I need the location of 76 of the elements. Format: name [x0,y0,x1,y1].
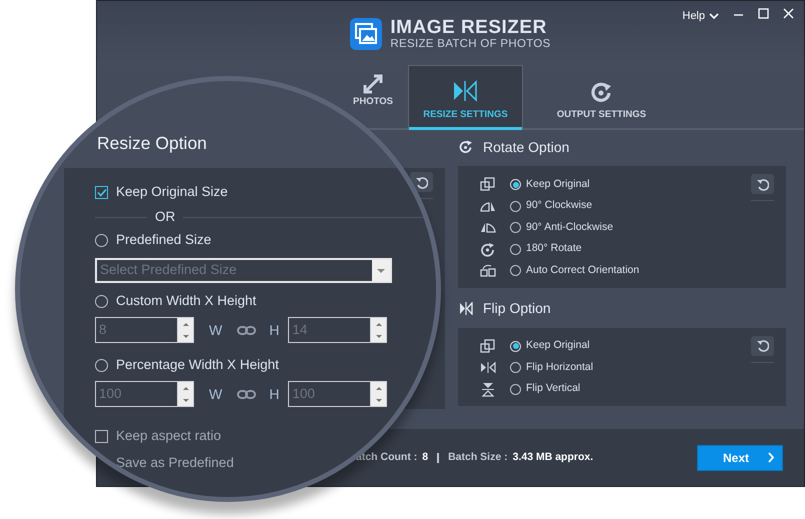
height-label: H [269,320,280,340]
reset-icon [756,339,769,352]
checkbox-label[interactable]: Keep aspect ratio [116,426,222,447]
option-label[interactable]: Custom Width X Height [116,290,256,312]
stacked-frames-icon [480,177,496,192]
radio-button[interactable] [510,340,521,352]
radio-button[interactable] [510,244,521,255]
tab[interactable]: RESIZE SETTINGS [408,65,523,130]
option-label[interactable]: Flip Horizontal [526,360,594,376]
flip-vertical-icon [480,382,496,397]
height-label: H [269,384,280,404]
section-title: Flip Option [483,299,551,318]
radio-button[interactable] [510,362,521,374]
flip-icon [453,80,478,102]
circular-arrow-icon [480,242,496,257]
rotate-icon [590,80,612,102]
divider-label: OR [155,208,176,226]
batch-size-value: 3.43 MB approx. [512,450,594,465]
reset-icon [415,176,428,188]
chevron-right-icon [767,452,775,463]
radio-button[interactable] [95,294,108,308]
chain-link-icon [237,390,256,398]
section-title: Resize Option [97,133,207,153]
help-menu[interactable]: Help [682,8,719,24]
auto-orient-icon [480,263,496,278]
app-subtitle: RESIZE BATCH OF PHOTOS [390,38,551,50]
close-icon[interactable] [783,8,794,19]
width-label: W [209,320,222,340]
caret-icon [377,268,385,272]
radio-button[interactable] [510,179,521,190]
option-label[interactable]: Keep Original [526,338,590,354]
radio-button[interactable] [95,358,108,372]
option-label[interactable]: Keep Original [526,176,590,193]
next-button[interactable]: Next [697,444,783,470]
tab[interactable]: OUTPUT SETTINGS [544,65,659,130]
app-logo-icon [350,18,382,50]
rotate-icon [459,140,473,154]
reset-button[interactable] [751,174,774,194]
option-label[interactable]: 90° Anti-Clockwise [526,220,614,236]
radio-button[interactable] [510,384,521,395]
option-label[interactable]: Auto Correct Orientation [526,262,640,279]
checkbox[interactable] [95,430,108,443]
option-label[interactable]: Percentage Width X Height [116,354,279,376]
reset-icon [756,178,769,190]
option-label[interactable]: 90° Clockwise [526,198,592,214]
maximize-icon[interactable] [758,8,769,19]
radio-button[interactable] [95,234,108,246]
batch-count-value: 8 [422,450,428,465]
batch-size-label: Batch Size : [448,450,508,465]
spin-buttons[interactable] [370,318,386,342]
option-label[interactable]: Predefined Size [116,230,212,250]
checkbox-label[interactable]: Save as Predefined [116,453,234,474]
radio-button[interactable] [510,200,521,212]
caret-icon [709,12,719,20]
dropdown-input[interactable]: Select Predefined Size [97,260,372,281]
spin-buttons[interactable] [370,382,386,406]
expand-arrows-icon [362,74,383,94]
reset-button[interactable] [410,172,433,192]
radio-button[interactable] [510,265,521,276]
option-label[interactable]: 180° Rotate [526,241,582,258]
checkbox[interactable] [95,186,108,198]
stacked-frames-icon [480,338,496,354]
radio-button[interactable] [510,222,521,234]
checkbox-label[interactable]: Keep Original Size [116,182,228,202]
chain-link-icon [237,326,256,334]
reset-button[interactable] [751,336,774,356]
option-label[interactable]: Flip Vertical [526,381,580,398]
spin-buttons[interactable] [177,382,193,406]
spin-buttons[interactable] [177,318,193,342]
flip-horizontal-icon [480,360,496,376]
section-title: Rotate Option [483,138,570,157]
flip-icon [459,302,473,315]
app-title: IMAGE RESIZER [390,18,548,38]
dropdown-field[interactable]: Select Predefined Size [95,258,392,283]
width-label: W [209,384,222,404]
check-icon [96,188,106,196]
